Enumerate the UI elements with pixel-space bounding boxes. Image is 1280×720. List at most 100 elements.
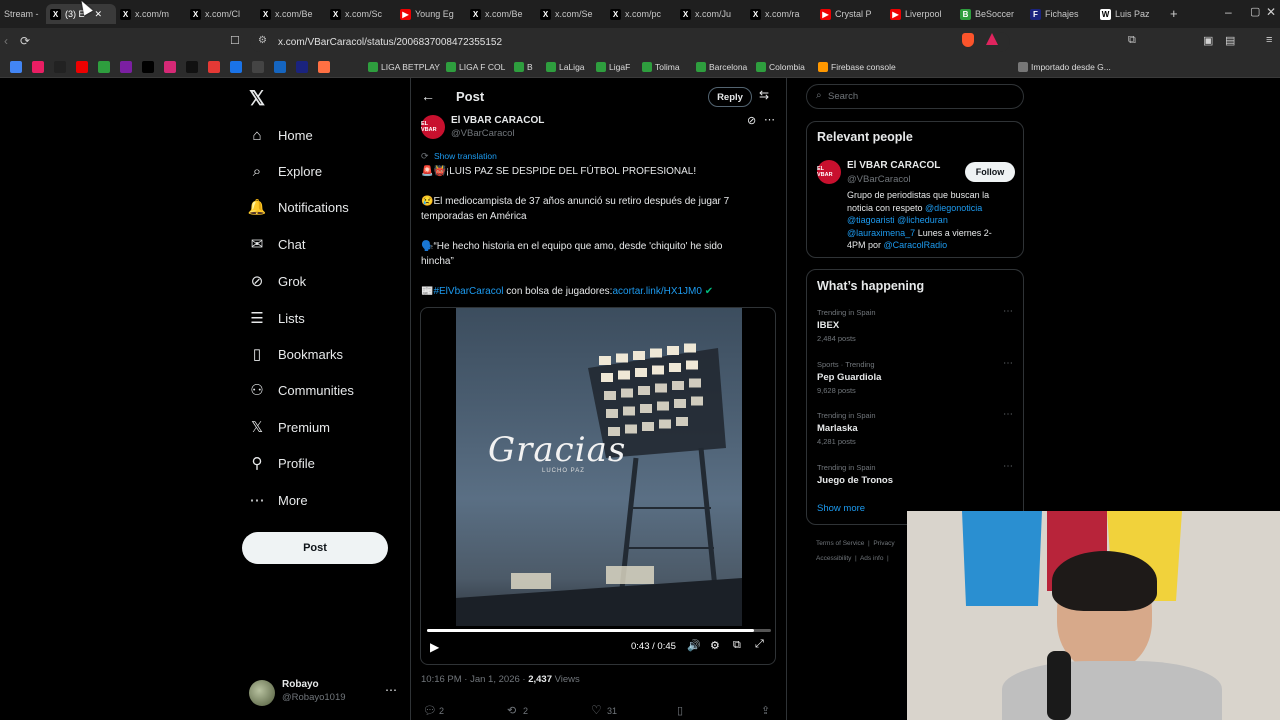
brave-shield-icon[interactable]	[962, 33, 974, 47]
more-dots-icon[interactable]: ⋯	[1003, 306, 1013, 317]
search-input[interactable]: ⌕ Search	[806, 84, 1024, 109]
nav-item-home[interactable]: ⌂ Home	[248, 122, 312, 148]
more-dots-icon[interactable]: ⋯	[385, 683, 397, 697]
back-arrow-icon[interactable]: ‹	[4, 34, 8, 48]
mention-link[interactable]: @lauraximena_7	[847, 228, 915, 238]
bookmark-favicon-icon[interactable]	[32, 61, 44, 73]
reply-icon[interactable]: 💬︎	[423, 704, 437, 717]
volume-icon[interactable]: 🔊	[687, 639, 701, 652]
browser-tab[interactable]: Xx.com/m	[116, 4, 186, 24]
bookmark-favicon-icon[interactable]	[252, 61, 264, 73]
maximize-button[interactable]: ▢	[1250, 5, 1260, 18]
account-switcher[interactable]: Robayo @Robayo1019 ⋯	[249, 678, 401, 708]
hashtag-link[interactable]: #ElVbarCaracol	[433, 286, 503, 297]
x-logo-icon[interactable]: 𝕏	[249, 86, 265, 111]
browser-tab[interactable]: ▶ Young Eg	[396, 4, 466, 24]
browser-tab[interactable]: Xx.com/pc	[606, 4, 676, 24]
post-time[interactable]: 10:16 PM · Jan 1, 2026 ·	[421, 674, 528, 685]
author-handle[interactable]: @VBarCaracol	[451, 128, 515, 139]
bookmark-favicon-icon[interactable]	[230, 61, 242, 73]
bookmark-item[interactable]: Barcelona	[696, 60, 747, 74]
extensions-icon[interactable]: ⧉	[1128, 34, 1136, 47]
browser-tab[interactable]: Xx.com/ra	[746, 4, 816, 24]
nav-item-lists[interactable]: ☰ Lists	[248, 305, 304, 331]
url-bar[interactable]: ⚙ x.com/VBarCaracol/status/2006837008472…	[250, 32, 1010, 52]
bookmark-item[interactable]: B	[514, 60, 533, 74]
bookmark-favicon-icon[interactable]	[142, 61, 154, 73]
trend-name[interactable]: Marlaska	[817, 423, 858, 434]
nav-item-profile[interactable]: ⚲ Profile	[248, 450, 315, 476]
post-button[interactable]: Post	[242, 532, 388, 564]
menu-icon[interactable]: ≡	[1266, 34, 1272, 46]
nav-item-notifications[interactable]: 🔔 Notifications	[248, 194, 349, 220]
short-link[interactable]: acortar.link/HX1JM0	[612, 286, 701, 297]
person-avatar[interactable]: EL VBAR	[817, 160, 841, 184]
share-icon[interactable]: ⇪	[761, 704, 770, 717]
nav-item-bookmarks[interactable]: ▯ Bookmarks	[248, 341, 343, 367]
browser-tab[interactable]: Xx.com/Cl	[186, 4, 256, 24]
nav-item-premium[interactable]: 𝕏 Premium	[248, 414, 330, 440]
sidebar-icon[interactable]: ▣	[1203, 34, 1213, 47]
footer-links[interactable]: Accessibility | Ads info |	[816, 555, 889, 562]
more-dots-icon[interactable]: ⋯	[764, 113, 775, 126]
person-name[interactable]: El VBAR CARACOL	[847, 160, 940, 171]
nav-item-grok[interactable]: ⊘ Grok	[248, 268, 306, 294]
bookmark-icon[interactable]: ▯	[677, 704, 683, 717]
person-handle[interactable]: @VBarCaracol	[847, 174, 911, 185]
mention-link[interactable]: @CaracolRadio	[884, 240, 948, 250]
bookmark-star-icon[interactable]: ☐	[230, 34, 240, 47]
bookmark-favicon-icon[interactable]	[54, 61, 66, 73]
reload-icon[interactable]: ⟳	[20, 34, 30, 48]
browser-tab[interactable]: Xx.com/Be	[466, 4, 536, 24]
bookmark-favicon-icon[interactable]	[98, 61, 110, 73]
settings-gear-icon[interactable]: ⚙	[710, 639, 720, 652]
author-name[interactable]: El VBAR CARACOL	[451, 115, 544, 126]
more-dots-icon[interactable]: ⋯	[1003, 409, 1013, 420]
mention-link[interactable]: @tiagoaristi @licheduran	[847, 214, 1017, 227]
browser-tab[interactable]: B BeSoccer	[956, 4, 1026, 24]
new-tab-button[interactable]: +	[1170, 6, 1178, 21]
browser-tab[interactable]: Xx.com/Ju	[676, 4, 746, 24]
video-player[interactable]: Gracias LUCHO PAZ ▶ 0:43 / 0:45 🔊 ⚙ ⧉ ⤢	[420, 307, 776, 665]
close-window-button[interactable]: ✕	[1266, 5, 1276, 19]
browser-tab[interactable]: ▶ Liverpool	[886, 4, 956, 24]
more-dots-icon[interactable]: ⋯	[1003, 461, 1013, 472]
pip-icon[interactable]: ⧉	[733, 639, 741, 652]
bookmark-favicon-icon[interactable]	[186, 61, 198, 73]
browser-tab[interactable]: Xx.com/Be	[256, 4, 326, 24]
close-tab-icon[interactable]: ✕	[95, 9, 103, 20]
nav-item-explore[interactable]: ⌕ Explore	[248, 158, 322, 184]
grok-icon[interactable]: ⊘	[747, 114, 756, 127]
bookmark-favicon-icon[interactable]	[10, 61, 22, 73]
bookmark-favicon-icon[interactable]	[208, 61, 220, 73]
follow-button[interactable]: Follow	[965, 162, 1015, 182]
trend-name[interactable]: IBEX	[817, 320, 839, 331]
back-arrow-icon[interactable]: ←	[421, 88, 435, 104]
bookmark-item[interactable]: LaLiga	[546, 60, 585, 74]
bookmark-favicon-icon[interactable]	[318, 61, 330, 73]
repost-icon[interactable]: ⟲	[507, 704, 516, 717]
video-progress-track[interactable]	[427, 629, 771, 632]
like-icon[interactable]: ♡	[591, 703, 602, 717]
fullscreen-icon[interactable]: ⤢	[755, 638, 764, 651]
browser-tab[interactable]: Xx.com/Sc	[326, 4, 396, 24]
bookmark-item[interactable]: LIGA BETPLAY	[368, 60, 440, 74]
browser-tab[interactable]: Xx.com/Se	[536, 4, 606, 24]
bookmark-favicon-icon[interactable]	[274, 61, 286, 73]
author-avatar[interactable]: EL VBAR	[421, 115, 445, 139]
bookmark-item[interactable]: Colombia	[756, 60, 805, 74]
nav-item-chat[interactable]: ✉ Chat	[248, 231, 306, 257]
sliders-icon[interactable]: ⇆	[759, 88, 769, 102]
browser-tab[interactable]: W Luis Paz	[1096, 4, 1166, 24]
nav-item-more[interactable]: ⋯ More	[248, 487, 308, 513]
reply-button[interactable]: Reply	[708, 87, 752, 107]
minimize-button[interactable]: –	[1225, 5, 1232, 19]
trend-name[interactable]: Juego de Tronos	[817, 475, 893, 486]
browser-tab[interactable]: F Fichajes	[1026, 4, 1096, 24]
bookmark-favicon-icon[interactable]	[296, 61, 308, 73]
play-icon[interactable]: ▶	[430, 640, 439, 654]
bookmark-favicon-icon[interactable]	[120, 61, 132, 73]
bookmark-item[interactable]: Firebase console	[818, 60, 896, 74]
bookmark-favicon-icon[interactable]	[76, 61, 88, 73]
bookmark-item[interactable]: Tolima	[642, 60, 680, 74]
